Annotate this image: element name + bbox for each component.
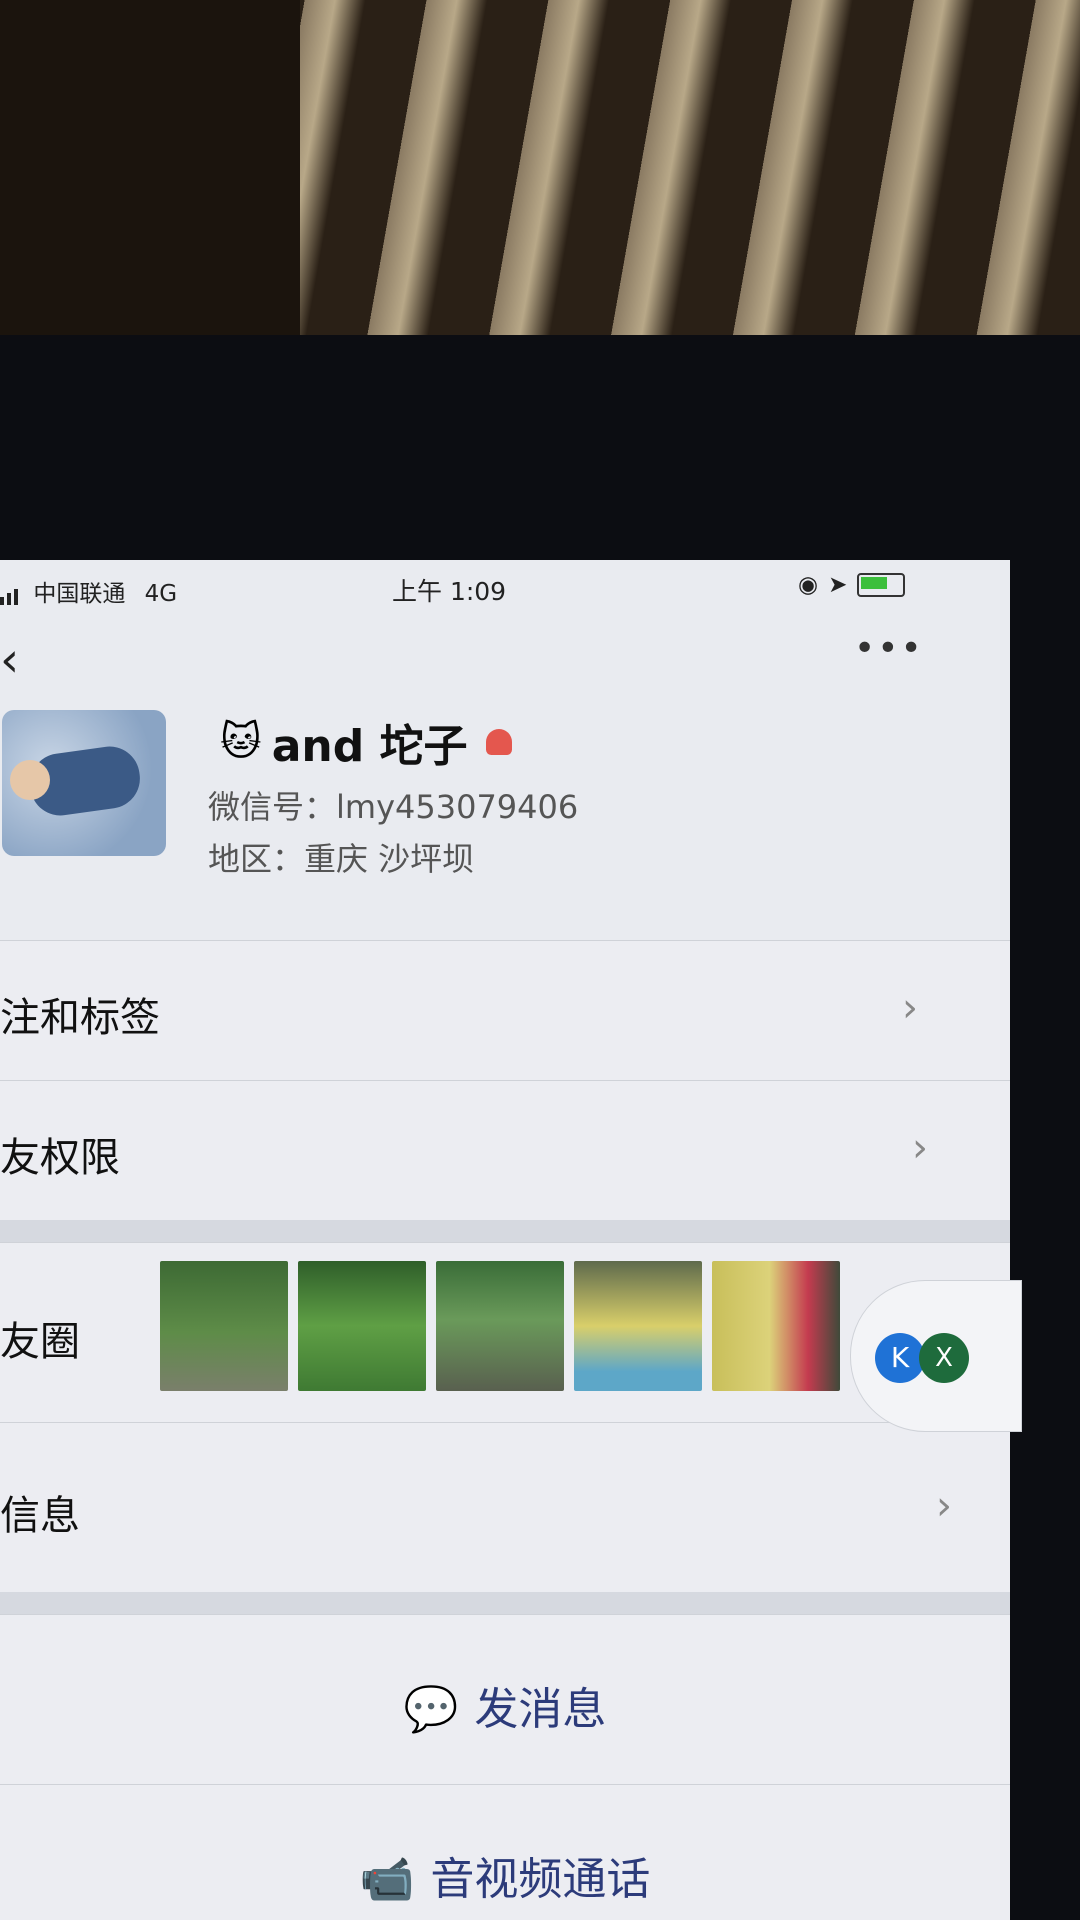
- moments-thumbnails: [160, 1261, 840, 1391]
- clock: 上午 1:09: [392, 577, 507, 606]
- chevron-right-icon: ›: [936, 1483, 952, 1529]
- moments-photo: [436, 1261, 564, 1391]
- status-bar: 中国联通 4G 上午 1:09 ◉ ➤: [0, 560, 1010, 612]
- signal-icon: [0, 585, 26, 605]
- chevron-right-icon: ›: [902, 985, 918, 1031]
- video-camera-icon: 📹: [359, 1854, 415, 1905]
- profile-header: 🐱 and 坨子 微信号：lmy453079406 地区：重庆 沙坪坝: [0, 710, 1010, 890]
- region: 地区：重庆 沙坪坝: [208, 840, 475, 878]
- avatar-photo-face: [10, 760, 50, 800]
- location-icon: ➤: [828, 572, 848, 598]
- floating-app-button[interactable]: K X: [850, 1280, 1022, 1432]
- carrier-info: 中国联通 4G: [0, 574, 177, 608]
- battery-icon: [857, 573, 906, 597]
- rotation-lock-icon: ◉: [798, 572, 819, 598]
- moments-photo: [712, 1261, 840, 1391]
- moments-label: 友圈: [0, 1319, 80, 1365]
- more-options-icon[interactable]: •••: [854, 628, 924, 669]
- moments-photo: [574, 1261, 702, 1391]
- video-call-button[interactable]: 📹 音视频通话: [0, 1843, 1010, 1907]
- avatar[interactable]: [2, 710, 166, 856]
- profile-name: and 坨子: [271, 721, 468, 772]
- name-row: 🐱 and 坨子: [220, 710, 512, 774]
- x-app-icon: X: [919, 1333, 969, 1383]
- k-app-icon: K: [875, 1333, 925, 1383]
- section-divider: [0, 1592, 1010, 1614]
- friend-permission-label: 友权限: [0, 1135, 120, 1181]
- send-message-label: 发消息: [474, 1684, 607, 1735]
- more-info-row[interactable]: 信息 ›: [0, 1422, 1010, 1593]
- nav-bar: ‹ •••: [0, 620, 1010, 690]
- chevron-right-icon: ›: [912, 1125, 928, 1171]
- background-shadow: [0, 0, 300, 360]
- moments-photo: [298, 1261, 426, 1391]
- wechat-profile-screen: 中国联通 4G 上午 1:09 ◉ ➤ ‹ ••• 🐱 and 坨子 微信号：l…: [0, 560, 1010, 1920]
- status-icons: ◉ ➤: [798, 572, 906, 598]
- cat-emoji-icon: 🐱: [220, 719, 262, 765]
- moments-photo: [160, 1261, 288, 1391]
- send-message-row[interactable]: 💬 发消息: [0, 1614, 1010, 1785]
- remark-tags-label: 注和标签: [0, 995, 160, 1041]
- network-type: 4G: [144, 581, 178, 607]
- section-divider: [0, 1220, 1010, 1242]
- wechat-id: 微信号：lmy453079406: [208, 788, 579, 826]
- video-call-label: 音视频通话: [430, 1854, 651, 1905]
- carrier-name: 中国联通: [33, 581, 126, 607]
- more-info-label: 信息: [0, 1493, 80, 1539]
- call-row[interactable]: 📹 音视频通话: [0, 1784, 1010, 1920]
- remark-tags-row[interactable]: 注和标签 ›: [0, 940, 1010, 1081]
- female-gender-icon: [485, 729, 512, 755]
- chat-bubble-icon: 💬: [403, 1684, 459, 1735]
- send-message-button[interactable]: 💬 发消息: [0, 1673, 1010, 1737]
- back-arrow-icon[interactable]: ‹: [0, 632, 19, 688]
- friend-permission-row[interactable]: 友权限 ›: [0, 1080, 1010, 1221]
